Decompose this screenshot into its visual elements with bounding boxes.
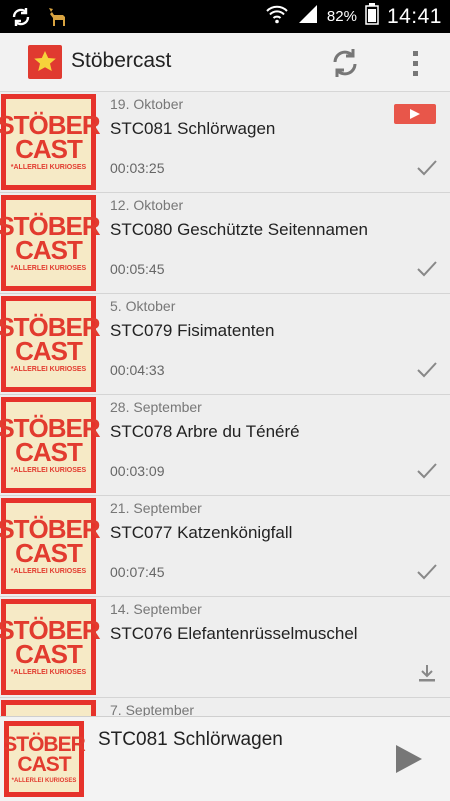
episode-title: STC077 Katzenkönigfall xyxy=(110,523,293,542)
episode-date: 14. September xyxy=(110,601,202,617)
cover-text-line3: *ALLERLEI KURIOSES xyxy=(10,467,87,474)
cover-text-line2: CAST xyxy=(15,134,83,164)
episode-date: 19. Oktober xyxy=(110,96,184,112)
episode-row[interactable]: STÖBER CAST *ALLERLEI KURIOSES 12. Oktober S… xyxy=(0,193,450,294)
episode-row[interactable]: STÖBERCAST*ALLERLEI KURIOSES 7. September xyxy=(0,698,450,716)
episode-duration: 00:05:45 xyxy=(110,261,165,277)
episode-cover: STÖBERCAST*ALLERLEI KURIOSES xyxy=(0,94,101,190)
episode-row[interactable]: STÖBER CAST *ALLERLEI KURIOSES 28. Septembe… xyxy=(0,395,450,496)
episode-list[interactable]: STÖBER CAST *ALLERLEI KURIOSES 19. Oktober S… xyxy=(0,92,450,716)
played-check-icon xyxy=(416,158,438,178)
cover-text-line3: *ALLERLEI KURIOSES xyxy=(10,265,87,272)
episode-cover: STÖBERCAST*ALLERLEI KURIOSES xyxy=(0,296,101,392)
battery-percent: 82% xyxy=(326,8,357,25)
episode-title: STC078 Arbre du Ténéré xyxy=(110,422,300,441)
episode-duration: 00:04:33 xyxy=(110,362,165,378)
episode-row[interactable]: STÖBER CAST *ALLERLEI KURIOSES 5. Oktober ST… xyxy=(0,294,450,395)
cover-text-line1: STÖBER xyxy=(3,732,86,756)
episode-date: 7. September xyxy=(110,702,195,716)
player-bar[interactable]: STÖBER CAST *ALLERLEI KURIOSES STC081 Sc… xyxy=(0,716,450,801)
played-check-icon xyxy=(416,461,438,481)
episode-cover: STÖBERCAST*ALLERLEI KURIOSES xyxy=(1,700,96,716)
sync-icon xyxy=(10,6,32,33)
episode-date: 21. September xyxy=(110,500,202,516)
youtube-badge[interactable] xyxy=(394,104,436,124)
overflow-menu-button[interactable] xyxy=(404,45,428,81)
app-icon[interactable] xyxy=(28,45,62,79)
youtube-play-icon xyxy=(410,109,420,119)
refresh-button[interactable] xyxy=(327,45,363,81)
played-check-icon xyxy=(416,259,438,279)
episode-date: 12. Oktober xyxy=(110,197,184,213)
cover-text-line2: CAST xyxy=(15,538,83,568)
episode-date: 5. Oktober xyxy=(110,298,176,314)
cover-text-line2: CAST xyxy=(15,639,83,669)
deer-icon xyxy=(46,6,70,33)
episode-duration: 00:07:45 xyxy=(110,564,165,580)
status-bar: 82% 14:41 xyxy=(0,0,450,33)
episode-title: STC079 Fisimatenten xyxy=(110,321,275,340)
episode-title: STC080 Geschützte Seitennamen xyxy=(110,220,368,239)
episode-duration: 00:03:25 xyxy=(110,160,165,176)
cover-text-line3: *ALLERLEI KURIOSES xyxy=(10,366,87,373)
play-icon xyxy=(396,745,422,773)
episode-title: STC076 Elefantenrüsselmuschel xyxy=(110,624,358,643)
download-icon[interactable] xyxy=(416,663,438,683)
battery-icon xyxy=(365,3,379,30)
episode-title: STC081 Schlörwagen xyxy=(110,119,276,138)
play-button[interactable] xyxy=(390,741,426,777)
star-icon xyxy=(34,51,56,71)
episode-date: 28. September xyxy=(110,399,202,415)
played-check-icon xyxy=(416,360,438,380)
refresh-icon xyxy=(333,49,357,77)
wifi-icon xyxy=(265,4,289,29)
cover-text-line3: *ALLERLEI KURIOSES xyxy=(10,164,87,171)
episode-duration: 00:03:09 xyxy=(110,463,165,479)
episode-row[interactable]: STÖBER CAST *ALLERLEI KURIOSES 19. Oktober S… xyxy=(0,92,450,193)
cover-text-line2: CAST xyxy=(15,437,83,467)
action-bar: Stöbercast xyxy=(0,33,450,92)
episode-cover: STÖBERCAST*ALLERLEI KURIOSES xyxy=(0,195,101,291)
cover-text-line3: *ALLERLEI KURIOSES xyxy=(11,777,77,784)
cover-text-line2: CAST xyxy=(17,752,71,776)
episode-row[interactable]: STÖBER CAST *ALLERLEI KURIOSES 21. Septembe… xyxy=(0,496,450,597)
episode-cover: STÖBERCAST*ALLERLEI KURIOSES xyxy=(0,397,101,493)
now-playing-cover: STÖBER CAST *ALLERLEI KURIOSES xyxy=(3,721,86,797)
cover-text-line3: *ALLERLEI KURIOSES xyxy=(10,669,87,676)
signal-icon xyxy=(297,4,319,29)
cover-text-line2: CAST xyxy=(15,336,83,366)
cover-text-line3: *ALLERLEI KURIOSES xyxy=(10,568,87,575)
episode-cover: STÖBERCAST*ALLERLEI KURIOSES xyxy=(0,599,101,695)
app-title: Stöbercast xyxy=(71,49,172,72)
now-playing-title: STC081 Schlörwagen xyxy=(98,729,283,750)
episode-cover: STÖBERCAST*ALLERLEI KURIOSES xyxy=(0,498,101,594)
episode-row[interactable]: STÖBER CAST *ALLERLEI KURIOSES 14. Septembe… xyxy=(0,597,450,698)
clock: 14:41 xyxy=(386,4,442,28)
overflow-menu-icon xyxy=(413,51,418,76)
cover-text-line2: CAST xyxy=(15,235,83,265)
played-check-icon xyxy=(416,562,438,582)
